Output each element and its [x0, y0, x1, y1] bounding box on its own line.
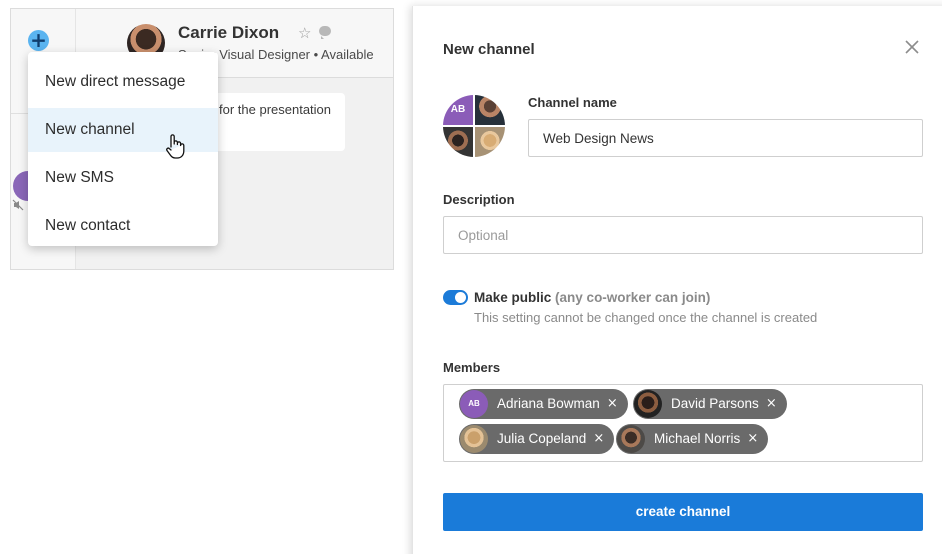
remove-member-icon[interactable]: ×: [593, 424, 604, 454]
member-chip: David Parsons ×: [633, 389, 787, 419]
make-public-toggle[interactable]: [443, 290, 468, 305]
make-public-text: Make public: [474, 290, 552, 305]
avatar: [460, 425, 488, 453]
avatar: [617, 425, 645, 453]
description-label: Description: [443, 192, 515, 207]
member-chip: Julia Copeland ×: [459, 424, 615, 454]
member-chip: AB Adriana Bowman ×: [459, 389, 628, 419]
avatar: AB: [460, 390, 488, 418]
menu-item-new-direct-message[interactable]: New direct message: [28, 60, 218, 104]
remove-member-icon[interactable]: ×: [607, 389, 618, 419]
group-avatar-initials: AB: [443, 95, 473, 125]
make-public-hint: (any co-worker can join): [555, 290, 711, 305]
remove-member-icon[interactable]: ×: [766, 389, 777, 419]
create-channel-button[interactable]: create channel: [443, 493, 923, 531]
avatar: [634, 390, 662, 418]
group-avatar-photo: [475, 95, 505, 125]
new-channel-dialog: New channel AB Channel name Description …: [412, 6, 942, 554]
members-input[interactable]: AB Adriana Bowman × David Parsons × Juli…: [443, 384, 923, 462]
member-chip: Michael Norris ×: [616, 424, 769, 454]
description-input[interactable]: [443, 216, 923, 254]
member-name: Michael Norris: [654, 431, 741, 446]
make-public-note: This setting cannot be changed once the …: [474, 310, 818, 325]
channel-name-input[interactable]: [528, 119, 923, 157]
group-avatar-photo: [443, 127, 473, 157]
menu-item-new-contact[interactable]: New contact: [28, 204, 218, 246]
contact-name: Carrie Dixon: [178, 23, 280, 42]
remove-member-icon[interactable]: ×: [747, 424, 758, 454]
channel-group-avatar: AB: [443, 95, 505, 157]
menu-item-new-sms[interactable]: New SMS: [28, 156, 218, 200]
member-name: David Parsons: [671, 396, 759, 411]
mute-icon: [12, 199, 24, 211]
channel-name-label: Channel name: [528, 95, 617, 110]
message-text: for the presentation: [219, 102, 332, 117]
close-icon[interactable]: [903, 38, 921, 56]
group-avatar-photo: [475, 127, 505, 157]
make-public-label: Make public (any co-worker can join): [474, 290, 710, 305]
member-name: Julia Copeland: [497, 431, 587, 446]
dialog-title: New channel: [443, 41, 535, 58]
member-name: Adriana Bowman: [497, 396, 600, 411]
chat-bubble-icon[interactable]: [319, 26, 331, 39]
star-icon[interactable]: ☆: [298, 24, 311, 42]
menu-item-new-channel[interactable]: New channel: [28, 108, 218, 152]
hand-cursor-icon: [166, 134, 185, 159]
new-item-menu: New direct message New channel New SMS N…: [28, 52, 218, 246]
plus-icon[interactable]: +: [28, 30, 49, 51]
members-label: Members: [443, 360, 501, 375]
